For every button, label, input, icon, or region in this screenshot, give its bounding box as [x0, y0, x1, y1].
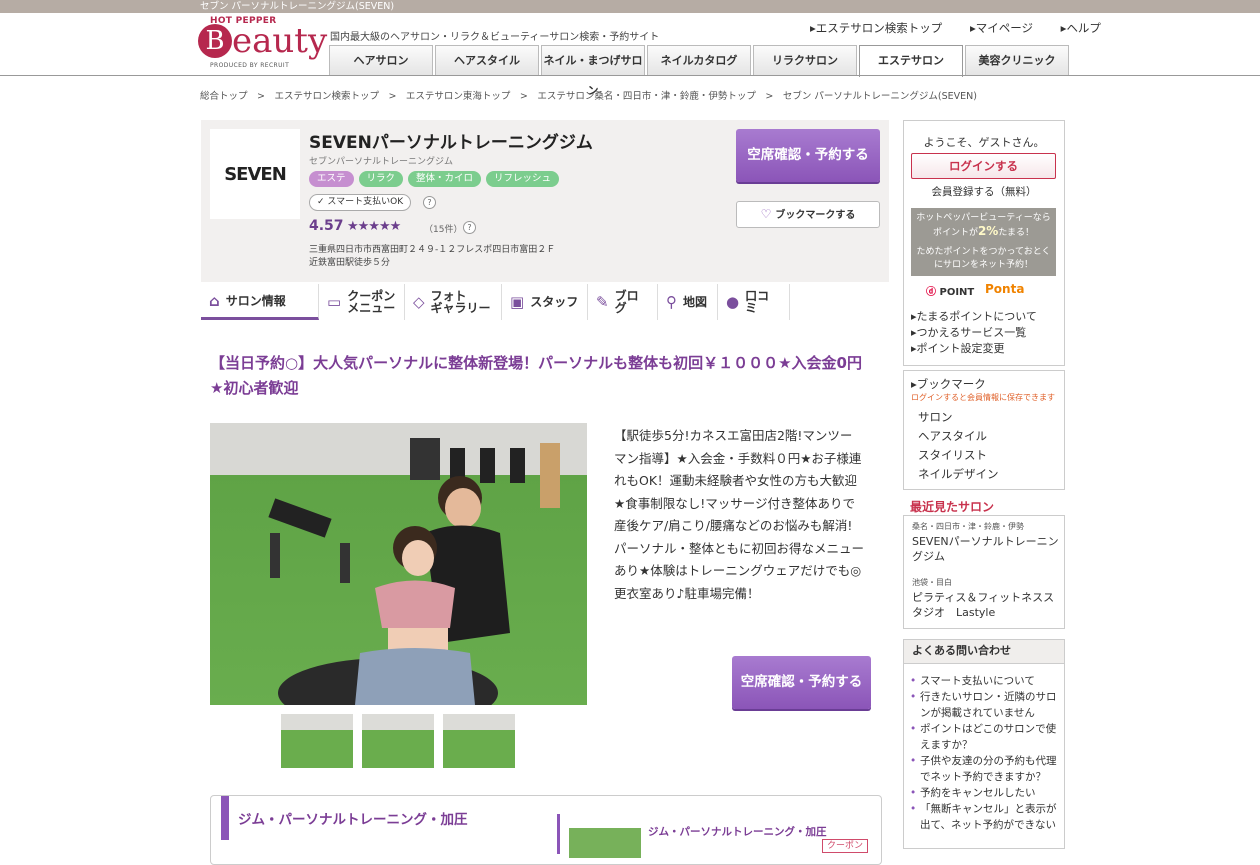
- faq-item[interactable]: 予約をキャンセルしたい: [910, 785, 1060, 801]
- point-link-settings[interactable]: ▸ポイント設定変更: [911, 341, 1037, 357]
- bookmark-title[interactable]: ▸ブックマーク: [911, 376, 986, 392]
- review-count[interactable]: （15件）: [424, 222, 462, 235]
- salon-genre-tags: エステ リラク 整体・カイロ リフレッシュ: [309, 171, 560, 187]
- pin-icon: ⚲: [666, 293, 677, 311]
- nav-divider: [0, 75, 1260, 76]
- tag-relax: リラク: [358, 171, 404, 187]
- site-tagline: 国内最大級のヘアサロン・リラク＆ビューティーサロン検索・予約サイト: [330, 32, 660, 43]
- register-link[interactable]: 会員登録する（無料）: [903, 184, 1065, 199]
- menu-sub-accent-bar: [557, 814, 560, 854]
- header-link-help[interactable]: ▸ヘルプ: [1061, 21, 1113, 35]
- faq-list: スマート支払いについて 行きたいサロン・近隣のサロンが掲載されていません ポイン…: [910, 673, 1060, 833]
- tag-esthe: エステ: [309, 171, 354, 187]
- logo-produced-by: PRODUCED BY RECRUIT: [210, 62, 290, 69]
- tag-refresh: リフレッシュ: [486, 171, 560, 187]
- chat-icon: ●: [726, 293, 740, 311]
- ponta-logo: Ponta: [985, 282, 1025, 296]
- point-banner[interactable]: ホットペッパービューティーなら ポイントが2%たまる！ ためたポイントをつかって…: [911, 208, 1056, 276]
- thumbnail-3[interactable]: [443, 714, 515, 768]
- recent-salon-1[interactable]: 桑名・四日市・津・鈴鹿・伊勢 SEVENパーソナルトレーニングジム: [912, 521, 1060, 564]
- header-link-mypage[interactable]: ▸マイページ: [970, 21, 1045, 35]
- reserve-button-bottom[interactable]: 空席確認・予約する: [732, 656, 871, 709]
- rating-score: 4.57: [309, 218, 344, 234]
- nav-tab-hair-style[interactable]: ヘアスタイル: [435, 45, 539, 76]
- coupon-icon: ▭: [327, 293, 342, 311]
- tab-photo-gallery[interactable]: ◇ フォト ギャラリー: [405, 284, 502, 320]
- salon-description: 【駅徒歩5分!カネスエ富田店2階!マンツーマン指導】★入会金・手数料０円★お子様…: [614, 428, 865, 601]
- bookmark-list: サロン ヘアスタイル スタイリスト ネイルデザイン: [918, 408, 999, 484]
- tab-map[interactable]: ⚲ 地図: [658, 284, 718, 320]
- nav-tab-hair-salon[interactable]: ヘアサロン: [329, 45, 433, 76]
- rating-help-icon[interactable]: ?: [463, 221, 476, 234]
- recent-salons-title: 最近見たサロン: [910, 500, 995, 514]
- staff-icon: ▣: [510, 293, 525, 311]
- faq-title: よくある問い合わせ: [904, 640, 1064, 664]
- menu-item-title[interactable]: ジム・パーソナルトレーニング・加圧: [648, 824, 827, 839]
- salon-catchphrase: 【当日予約○】大人気パーソナルに整体新登場！パーソナルも整体も初回￥１０００★入…: [210, 354, 862, 397]
- bookmark-item-stylist[interactable]: スタイリスト: [918, 446, 999, 465]
- bookmark-item-hairstyle[interactable]: ヘアスタイル: [918, 427, 999, 446]
- tab-staff[interactable]: ▣ スタッフ: [502, 284, 588, 320]
- faq-item[interactable]: ポイントはどこのサロンで使えますか？: [910, 721, 1060, 753]
- breadcrumb[interactable]: 総合トップ > エステサロン検索トップ > エステサロン東海トップ > エステサ…: [200, 88, 977, 102]
- bookmark-note: ログインすると会員情報に保存できます: [911, 393, 1055, 402]
- bookmark-item-nail[interactable]: ネイルデザイン: [918, 465, 999, 484]
- recent-salon-2[interactable]: 池袋・目白 ピラティス＆フィットネススタジオ Lastyle: [912, 577, 1060, 620]
- logo-beauty[interactable]: Beauty: [198, 22, 327, 60]
- salon-address: 三重県四日市市西富田町２４９-１２フレスポ四日市富田２Ｆ 近鉄富田駅徒歩５分: [309, 245, 556, 268]
- tab-salon-info[interactable]: ⌂ サロン情報: [201, 284, 319, 320]
- smart-pay-help-icon[interactable]: ?: [423, 196, 436, 209]
- photo-icon: ◇: [413, 293, 425, 311]
- bookmark-button[interactable]: ♡ ブックマークする: [736, 201, 880, 228]
- point-link-services[interactable]: ▸つかえるサービス一覧: [911, 325, 1037, 341]
- nav-tab-relax-salon[interactable]: リラクサロン: [753, 45, 857, 76]
- nav-tab-nail-salon[interactable]: ネイル・まつげサロン: [541, 45, 645, 97]
- faq-item[interactable]: 「無断キャンセル」と表示が出て、ネット予約ができない: [910, 801, 1060, 833]
- heart-icon: ♡: [760, 207, 772, 221]
- thumbnail-1[interactable]: [281, 714, 353, 768]
- home-icon: ⌂: [209, 291, 220, 310]
- bookmark-item-salon[interactable]: サロン: [918, 408, 999, 427]
- point-links: ▸たまるポイントについて ▸つかえるサービス一覧 ▸ポイント設定変更: [911, 309, 1037, 357]
- menu-accent-bar: [221, 796, 229, 840]
- rating-stars-icon: ★★★★★: [347, 219, 401, 234]
- check-icon: ✓: [317, 197, 328, 207]
- nav-tab-nail-catalog[interactable]: ネイルカタログ: [647, 45, 751, 76]
- salon-kana: セブンパーソナルトレーニングジム: [309, 157, 454, 167]
- tab-reviews[interactable]: ● 口コミ: [718, 284, 790, 320]
- faq-item[interactable]: スマート支払いについて: [910, 673, 1060, 689]
- point-link-about[interactable]: ▸たまるポイントについて: [911, 309, 1037, 325]
- coupon-badge: クーポン: [822, 839, 869, 853]
- faq-item[interactable]: 子供や友達の分の予約も代理でネット予約できますか？: [910, 753, 1060, 785]
- nav-tab-esthe-salon[interactable]: エステサロン: [859, 45, 963, 77]
- dpoint-logo: ⓓ POINT: [926, 287, 975, 298]
- menu-item-thumbnail[interactable]: [569, 828, 641, 858]
- smart-pay-badge: ✓ スマート支払いOK: [309, 194, 412, 211]
- salon-tabs: ⌂ サロン情報 ▭ クーポン メニュー ◇ フォト ギャラリー ▣ スタッフ ✎ ブログ …: [201, 284, 790, 320]
- main-nav: ヘアサロン ヘアスタイル ネイル・まつげサロン ネイルカタログ リラクサロン エ…: [329, 45, 1071, 97]
- faq-item[interactable]: 行きたいサロン・近隣のサロンが掲載されていません: [910, 689, 1060, 721]
- top-bar: セブン パーソナルトレーニングジム(SEVEN): [0, 0, 1260, 13]
- header-link-esthe-top[interactable]: ▸エステサロン検索トップ: [810, 21, 954, 35]
- tab-coupon-menu[interactable]: ▭ クーポン メニュー: [319, 284, 405, 320]
- main-photo[interactable]: [210, 423, 587, 705]
- menu-section-title: ジム・パーソナルトレーニング・加圧: [238, 812, 468, 828]
- dpoint-icon: ⓓ: [926, 287, 940, 298]
- welcome-text: ようこそ、ゲストさん。: [923, 136, 1045, 149]
- top-bar-title: セブン パーソナルトレーニングジム(SEVEN): [200, 1, 395, 12]
- thumbnail-2[interactable]: [362, 714, 434, 768]
- pen-icon: ✎: [596, 293, 609, 311]
- gym-photo-illustration: [210, 423, 587, 705]
- login-button[interactable]: ログインする: [911, 153, 1056, 179]
- salon-name: SEVENパーソナルトレーニングジム: [309, 133, 593, 153]
- nav-tab-beauty-clinic[interactable]: 美容クリニック: [965, 45, 1069, 76]
- tab-blog[interactable]: ✎ ブログ: [588, 284, 658, 320]
- salon-logo: SEVEN: [210, 129, 300, 219]
- tag-seitai: 整体・カイロ: [408, 171, 482, 187]
- header-links: ▸エステサロン検索トップ ▸マイページ ▸ヘルプ: [810, 20, 1125, 36]
- reserve-button-top[interactable]: 空席確認・予約する: [736, 129, 880, 182]
